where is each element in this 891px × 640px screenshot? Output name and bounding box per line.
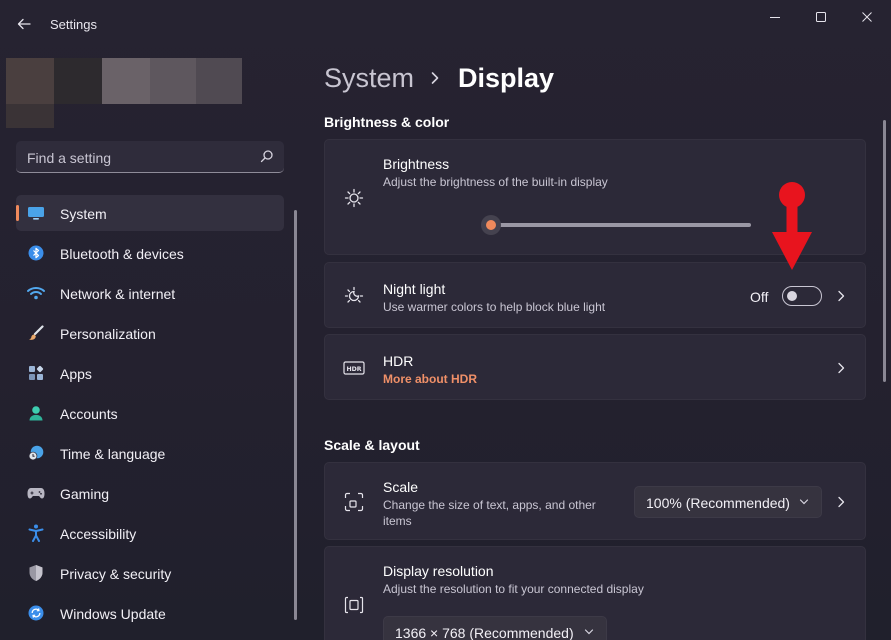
sidebar-item-bluetooth[interactable]: Bluetooth & devices <box>16 235 284 271</box>
profile-blur <box>196 58 242 104</box>
sidebar-item-label: Time & language <box>60 446 166 462</box>
main-scrollbar[interactable] <box>883 120 886 382</box>
sidebar-item-label: Windows Update <box>60 606 166 622</box>
bluetooth-icon <box>28 245 44 261</box>
sidebar-item-gaming[interactable]: Gaming <box>16 475 284 511</box>
scale-dropdown[interactable]: 100% (Recommended) <box>634 486 822 518</box>
monitor-icon <box>28 207 44 220</box>
scale-card[interactable]: Scale Change the size of text, apps, and… <box>324 462 866 540</box>
title-bar: Settings <box>0 0 891 48</box>
chevron-right-icon <box>431 72 439 84</box>
minimize-button[interactable] <box>752 0 798 34</box>
brightness-subtitle: Adjust the brightness of the built-in di… <box>383 175 608 189</box>
display-resolution-subtitle: Adjust the resolution to fit your connec… <box>383 582 644 596</box>
display-resolution-title: Display resolution <box>383 563 494 579</box>
display-resolution-dropdown-value: 1366 × 768 (Recommended) <box>395 625 574 640</box>
hdr-card[interactable]: HDR HDR More about HDR <box>324 334 866 400</box>
profile-blur <box>150 58 196 104</box>
sidebar-item-time-language[interactable]: Time & language <box>16 435 284 471</box>
chevron-right-icon <box>838 496 845 508</box>
scale-title: Scale <box>383 479 419 495</box>
display-resolution-dropdown[interactable]: 1366 × 768 (Recommended) <box>383 616 607 640</box>
sidebar-scrollbar[interactable] <box>294 210 297 620</box>
profile-blur <box>102 58 150 104</box>
chevron-down-icon <box>584 629 594 635</box>
active-indicator <box>16 205 19 221</box>
scale-dropdown-value: 100% (Recommended) <box>646 495 790 511</box>
close-button[interactable] <box>844 0 890 34</box>
back-button[interactable] <box>10 10 38 38</box>
sidebar-item-system[interactable]: System <box>16 195 284 231</box>
maximize-button[interactable] <box>798 0 844 34</box>
chevron-right-icon <box>838 362 845 374</box>
search-icon <box>260 150 273 163</box>
minimize-icon <box>770 17 780 18</box>
display-resolution-card: Display resolution Adjust the resolution… <box>324 546 866 640</box>
sidebar-item-windows-update[interactable]: Windows Update <box>16 595 284 631</box>
scale-subtitle-line2: items <box>383 514 412 528</box>
breadcrumb-parent[interactable]: System <box>324 63 414 94</box>
user-profile[interactable] <box>6 58 242 128</box>
sidebar-item-accessibility[interactable]: Accessibility <box>16 515 284 551</box>
person-icon <box>29 406 43 421</box>
sidebar-item-label: Accessibility <box>60 526 137 542</box>
resolution-icon <box>344 596 364 614</box>
sidebar-item-accounts[interactable]: Accounts <box>16 395 284 431</box>
update-icon <box>28 605 44 621</box>
search-input[interactable]: Find a setting <box>16 141 284 173</box>
svg-text:HDR: HDR <box>346 366 361 373</box>
scale-icon <box>344 492 364 512</box>
toggle-knob <box>787 291 797 301</box>
accessibility-icon <box>28 524 44 542</box>
close-icon <box>862 12 872 22</box>
sun-icon <box>344 188 364 208</box>
sidebar-item-apps[interactable]: Apps <box>16 355 284 391</box>
sidebar-item-label: System <box>60 206 107 222</box>
profile-blur <box>6 104 54 128</box>
night-light-toggle-label: Off <box>750 289 769 305</box>
globe-clock-icon <box>28 445 44 461</box>
brightness-title: Brightness <box>383 156 450 172</box>
back-arrow-icon <box>17 18 31 30</box>
sidebar-item-label: Personalization <box>60 326 156 342</box>
brightness-slider-thumb[interactable] <box>481 215 501 235</box>
search-placeholder: Find a setting <box>27 150 112 166</box>
wifi-icon <box>27 287 45 300</box>
section-title-brightness-color: Brightness & color <box>324 114 450 130</box>
hdr-title: HDR <box>383 353 414 369</box>
brightness-slider-track[interactable] <box>491 223 751 227</box>
app-title: Settings <box>50 17 97 32</box>
maximize-icon <box>816 12 826 22</box>
chevron-right-icon <box>838 290 845 302</box>
night-light-subtitle: Use warmer colors to help block blue lig… <box>383 300 606 314</box>
sidebar-item-label: Accounts <box>60 406 118 422</box>
night-light-toggle[interactable] <box>782 286 822 306</box>
sidebar-item-label: Privacy & security <box>60 566 172 582</box>
night-light-icon <box>344 286 364 303</box>
sidebar-item-label: Gaming <box>60 486 110 502</box>
scale-subtitle-line1: Change the size of text, apps, and other <box>383 498 596 512</box>
apps-icon <box>29 365 44 380</box>
profile-blur <box>54 58 102 104</box>
settings-window: Settings Find a setting System Bluetooth… <box>0 0 891 640</box>
night-light-title: Night light <box>383 281 446 297</box>
slider-thumb-dot <box>486 220 496 230</box>
shield-icon <box>29 565 43 581</box>
sidebar-item-label: Apps <box>60 366 92 382</box>
sidebar-nav: System Bluetooth & devices Network & int… <box>16 195 284 635</box>
sidebar-item-personalization[interactable]: Personalization <box>16 315 284 351</box>
gamepad-icon <box>27 488 45 499</box>
sidebar-item-privacy-security[interactable]: Privacy & security <box>16 555 284 591</box>
section-title-scale-layout: Scale & layout <box>324 437 420 453</box>
sidebar-item-label: Bluetooth & devices <box>60 246 184 262</box>
page-title: Display <box>458 62 555 93</box>
sidebar-item-network[interactable]: Network & internet <box>16 275 284 311</box>
chevron-down-icon <box>799 499 809 505</box>
brush-icon <box>29 325 44 340</box>
hdr-more-link[interactable]: More about HDR <box>383 371 477 387</box>
breadcrumb: System Display <box>324 58 554 98</box>
sidebar-item-label: Network & internet <box>60 286 176 302</box>
hdr-icon: HDR <box>343 361 365 375</box>
annotation-arrow-icon <box>772 182 812 270</box>
